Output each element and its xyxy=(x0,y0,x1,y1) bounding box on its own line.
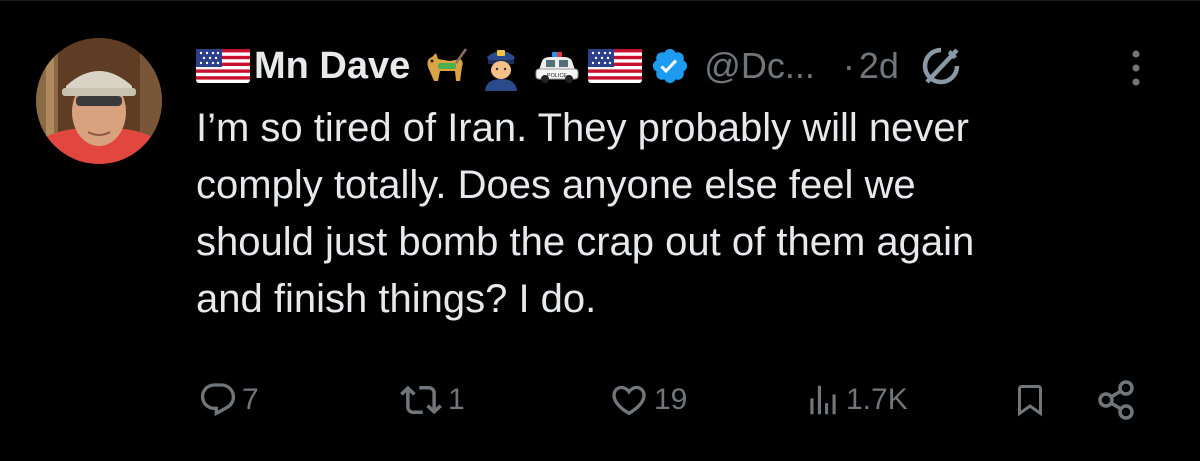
timestamp[interactable]: 2d xyxy=(859,45,899,87)
guide-dog-icon xyxy=(420,41,470,91)
verified-badge-icon xyxy=(650,46,690,86)
grok-icon[interactable] xyxy=(919,44,963,88)
reply-button[interactable]: 7 xyxy=(198,376,259,424)
views-icon xyxy=(810,385,836,415)
heart-icon xyxy=(612,385,646,416)
share-icon xyxy=(1098,380,1134,420)
like-count: 19 xyxy=(654,383,688,416)
tweet-header: Mn Dave POLICE @Dc... · 2d xyxy=(196,38,963,94)
reply-count: 7 xyxy=(242,383,259,416)
more-icon[interactable] xyxy=(1124,46,1148,90)
bookmark-button[interactable] xyxy=(1012,376,1048,424)
views-button[interactable]: 1.7K xyxy=(804,376,908,424)
us-flag-icon xyxy=(588,49,643,83)
police-car-icon: POLICE xyxy=(532,41,582,91)
tweet-text-line: and finish things? I do. xyxy=(196,277,597,321)
police-officer-icon xyxy=(476,41,526,91)
divider xyxy=(0,0,1200,1)
svg-text:POLICE: POLICE xyxy=(547,73,568,79)
reply-icon xyxy=(200,383,236,417)
tweet-text-line: I’m so tired of Iran. They probably will… xyxy=(196,106,969,150)
avatar[interactable] xyxy=(36,38,162,164)
separator-dot: · xyxy=(842,45,855,86)
like-button[interactable]: 19 xyxy=(608,376,687,424)
tweet-text-line: comply totally. Does anyone else feel we xyxy=(196,163,916,207)
tweet-text-line: should just bomb the crap out of them ag… xyxy=(196,220,975,264)
share-button[interactable] xyxy=(1096,376,1138,424)
repost-button[interactable]: 1 xyxy=(398,376,465,424)
bookmark-icon xyxy=(1018,385,1042,417)
tweet-text: I’m so tired of Iran. They probably will… xyxy=(196,100,1176,328)
repost-count: 1 xyxy=(448,383,465,416)
handle[interactable]: @Dc... xyxy=(704,45,815,87)
action-bar: 7 1 19 1.7K xyxy=(0,376,1200,424)
views-count: 1.7K xyxy=(846,383,908,416)
us-flag-icon xyxy=(196,49,250,83)
display-name[interactable]: Mn Dave xyxy=(254,45,410,88)
repost-icon xyxy=(400,385,442,415)
tweet-card[interactable]: Mn Dave POLICE @Dc... · 2d I’m so tired … xyxy=(0,0,1200,461)
